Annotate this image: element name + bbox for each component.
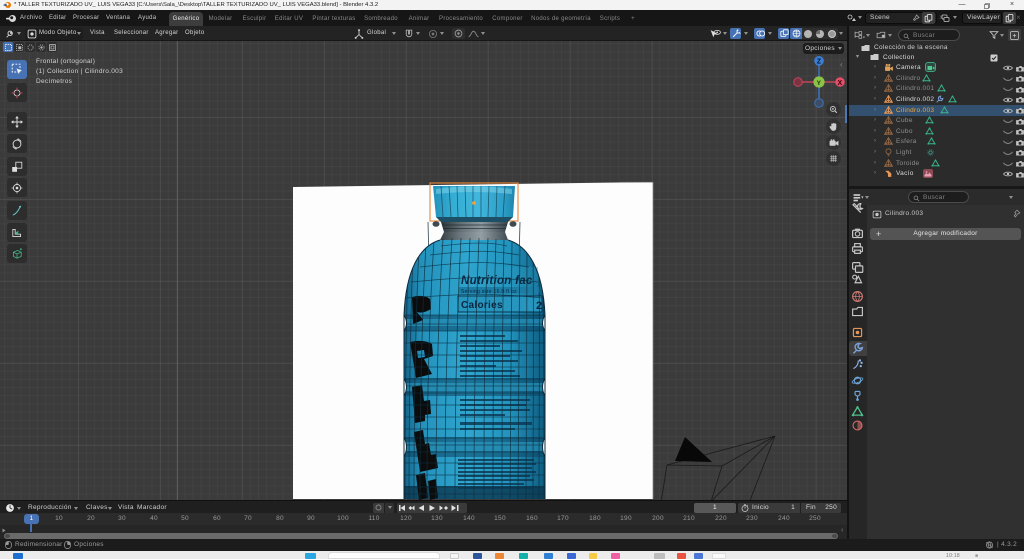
svg-text:Y: Y bbox=[817, 80, 822, 87]
svg-text:X: X bbox=[838, 80, 843, 87]
svg-text:Z: Z bbox=[817, 59, 822, 66]
svg-text:Nutrition fac: Nutrition fac bbox=[461, 275, 533, 287]
